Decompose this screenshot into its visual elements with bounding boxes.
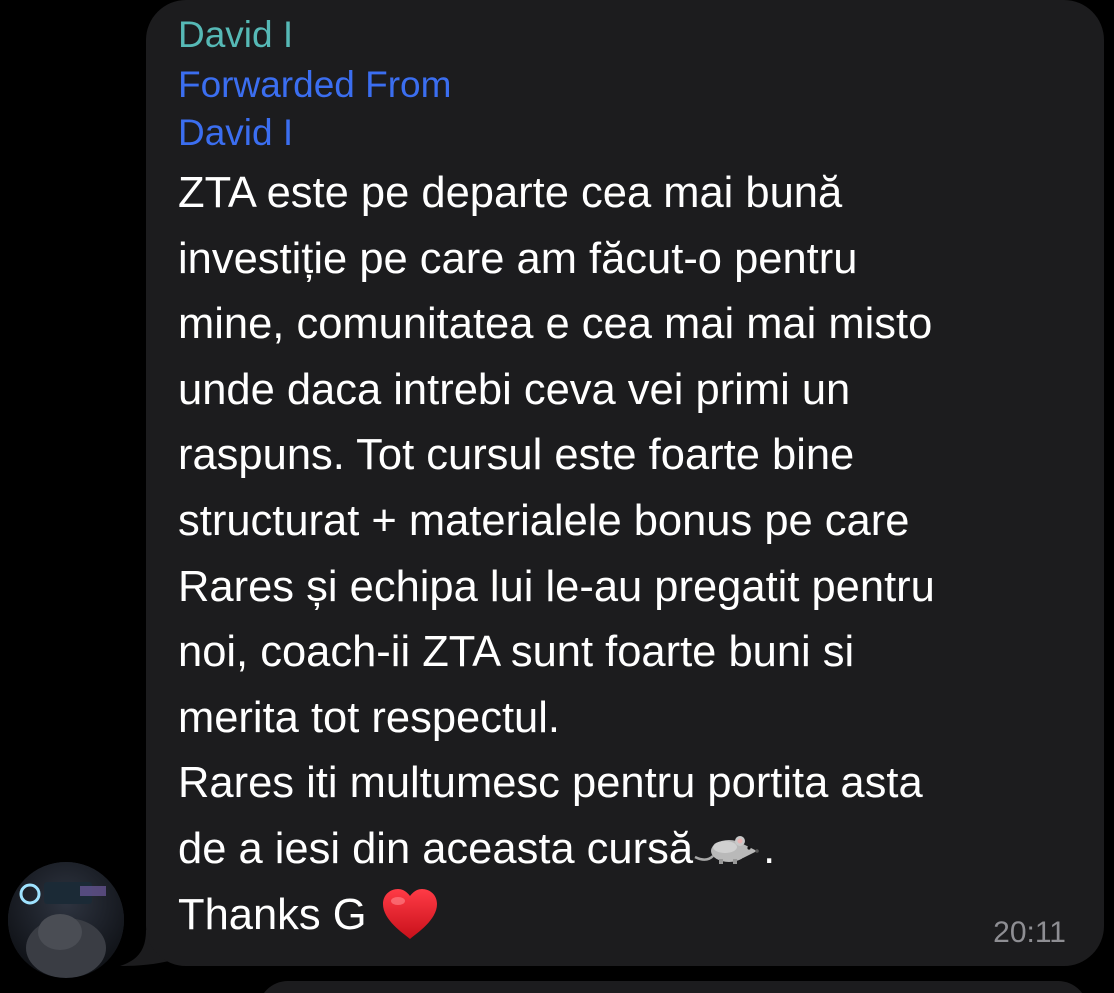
message-line: mine, comunitatea e cea mai mai misto [178, 300, 933, 349]
rat-icon [694, 835, 759, 864]
message-line-text: Thanks G [178, 890, 367, 939]
message-line: Rares iti multumesc pentru portita asta [178, 759, 923, 808]
message-line-text: . [763, 824, 776, 873]
message-line-text: de a iesi din aceasta cursă [178, 824, 694, 873]
message-line: raspuns. Tot cursul este foarte bine [178, 431, 855, 480]
message-line: ZTA este pe departe cea mai bună [178, 169, 843, 217]
avatar[interactable] [8, 862, 124, 978]
heart-icon [382, 888, 437, 939]
forwarded-from-label: Forwarded From [178, 64, 452, 105]
forwarded-from-name[interactable]: David I [178, 112, 293, 154]
message-line: Rares și echipa lui le-au pregatit pentr… [178, 562, 935, 611]
next-message-bubble [258, 981, 1088, 993]
message-text: ZTA este pe departe cea mai bună investi… [178, 161, 1088, 948]
message-line: structurat + materialele bonus pe care [178, 496, 910, 545]
message-line: merita tot respectul. [178, 693, 560, 742]
chat-view: David I Forwarded From David I ZTA este … [0, 0, 1114, 993]
message-line: investiție pe care am făcut-o pentru [178, 234, 858, 283]
avatar-photo [8, 862, 124, 978]
sender-name[interactable]: David I [178, 14, 293, 56]
message-line: de a iesi din aceasta cursă . [178, 817, 1088, 883]
message-line: Thanks G [178, 883, 1088, 949]
message-timestamp: 20:11 [993, 916, 1066, 949]
message-line: noi, coach-ii ZTA sunt foarte buni si [178, 628, 855, 677]
message-line: unde daca intrebi ceva vei primi un [178, 365, 851, 414]
